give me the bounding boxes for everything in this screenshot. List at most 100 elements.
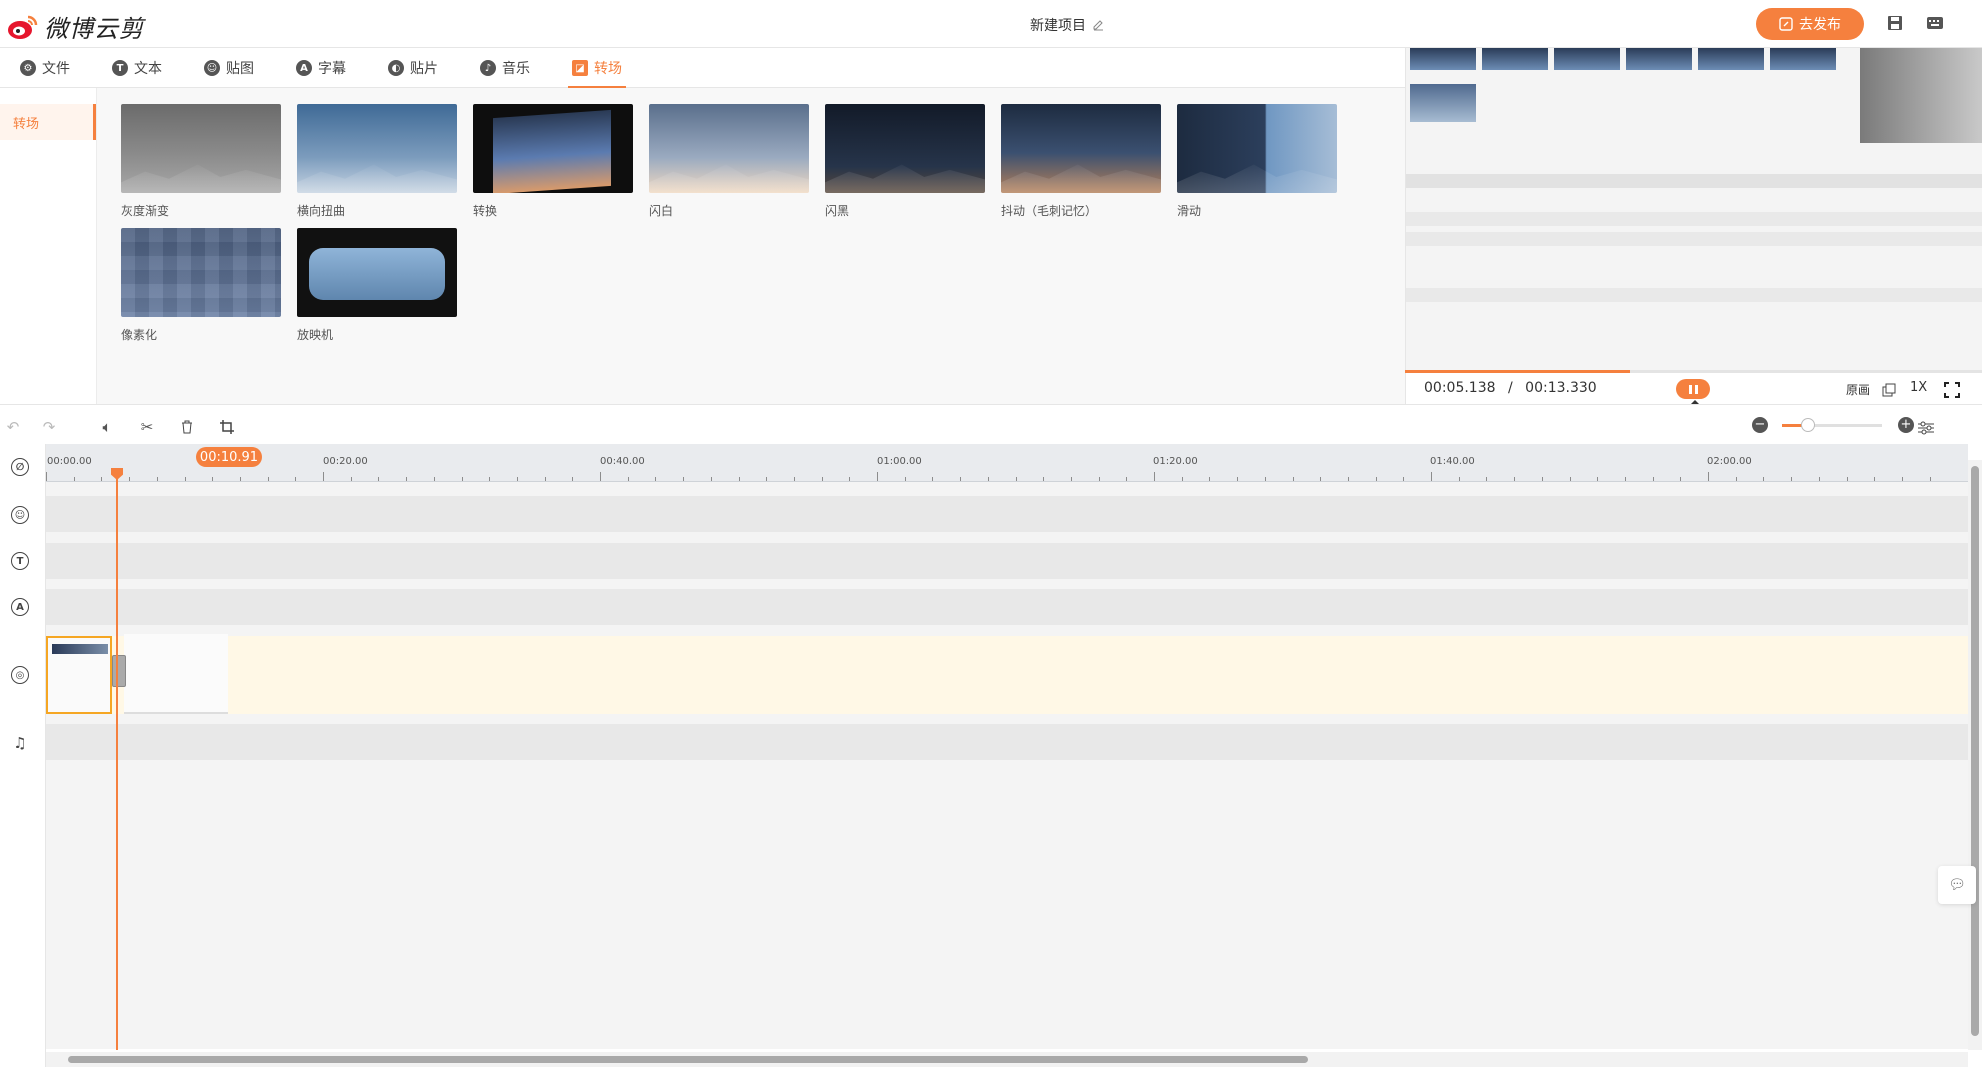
ruler-tick — [655, 477, 657, 481]
tab-text[interactable]: T 文本 — [112, 48, 162, 88]
transition-tile[interactable]: 闪白 — [649, 104, 809, 219]
preview-time: 00:05.138 / 00:13.330 — [1424, 380, 1597, 396]
trash-icon[interactable] — [178, 418, 196, 436]
transition-tile[interactable]: 转换 — [473, 104, 633, 219]
transition-thumbnail — [825, 104, 985, 193]
ruler-label: 00:40.00 — [600, 456, 645, 467]
transition-tile[interactable]: 像素化 — [121, 228, 281, 343]
video-clip[interactable] — [124, 634, 228, 714]
vertical-scrollbar[interactable] — [1968, 460, 1982, 1050]
ruler-tick — [683, 477, 685, 481]
tab-sticker[interactable]: ☺ 贴图 — [204, 48, 254, 88]
ruler-tick — [1403, 477, 1405, 481]
transition-label: 灰度渐变 — [121, 204, 170, 218]
subtitle-icon: A — [296, 60, 312, 76]
transition-grid: 灰度渐变 横向扭曲 转换 闪白 闪黑 抖动（毛刺记忆） 滑动 像素化 放映机 — [97, 88, 1405, 404]
video-track-icon: ◎ — [11, 666, 29, 684]
horizontal-scrollbar[interactable] — [46, 1052, 1968, 1067]
sidebar-item-transition[interactable]: 转场 — [0, 104, 96, 140]
ruler-tick — [960, 477, 962, 481]
ruler-tick — [1347, 477, 1349, 481]
save-icon[interactable] — [1886, 14, 1906, 34]
tab-file[interactable]: ⚙ 文件 — [20, 48, 70, 88]
pause-button[interactable] — [1676, 379, 1710, 399]
sticker-track[interactable] — [46, 543, 1968, 579]
scissors-icon[interactable]: ✂ — [138, 418, 156, 436]
volume-icon[interactable]: 🔈︎ — [98, 418, 116, 436]
ruler-tick — [932, 477, 934, 481]
sticker-track-icon: ☺ — [11, 506, 29, 524]
preview-progress[interactable] — [1405, 370, 1982, 373]
zoom-in-icon[interactable]: + — [1898, 417, 1914, 433]
ruler-tick — [821, 477, 823, 481]
quality-label[interactable]: 原画 — [1846, 381, 1870, 398]
preview-canvas[interactable] — [1405, 48, 1982, 404]
ruler-tick — [1514, 477, 1516, 481]
playhead[interactable] — [116, 472, 118, 1050]
transition-tile[interactable]: 滑动 — [1177, 104, 1337, 219]
transition-tile[interactable]: 灰度渐变 — [121, 104, 281, 219]
transition-handle[interactable] — [112, 655, 126, 687]
feedback-chat-icon[interactable]: 💬︎ — [1938, 866, 1976, 904]
transition-tile[interactable]: 放映机 — [297, 228, 457, 343]
ruler-tick — [156, 477, 158, 481]
fullscreen-icon[interactable] — [1944, 382, 1960, 402]
resource-tabs: ⚙ 文件 T 文本 ☺ 贴图 A 字幕 ◐ 贴片 ♪ 音乐 ◪ 转场 — [0, 48, 1405, 88]
ruler-tick — [627, 477, 629, 481]
preview-thumb — [1410, 84, 1476, 122]
ruler-tick — [793, 477, 795, 481]
ruler-tick — [1486, 477, 1488, 481]
publish-label: 去发布 — [1799, 17, 1841, 33]
ruler-tick — [1708, 472, 1709, 481]
ruler-tick — [1458, 477, 1460, 481]
tab-subtitle[interactable]: A 字幕 — [296, 48, 346, 88]
zoom-slider[interactable] — [1782, 424, 1882, 427]
ruler-tick — [1320, 477, 1322, 481]
preview-strip — [1410, 48, 1836, 74]
transition-label: 抖动（毛刺记忆） — [1001, 204, 1098, 218]
copy-icon[interactable] — [1882, 382, 1896, 401]
video-clip[interactable] — [46, 636, 112, 714]
tab-text-label: 文本 — [134, 61, 162, 77]
ruler-tick — [295, 477, 297, 481]
settings-sliders-icon[interactable] — [1918, 420, 1934, 439]
ruler-tick — [73, 477, 75, 481]
ruler-tick — [433, 477, 435, 481]
text-track[interactable] — [46, 589, 1968, 625]
tab-music[interactable]: ♪ 音乐 — [480, 48, 530, 88]
transition-track[interactable] — [46, 496, 1968, 532]
publish-button[interactable]: 去发布 — [1756, 8, 1864, 40]
ruler-tick — [461, 477, 463, 481]
tab-music-label: 音乐 — [502, 61, 530, 77]
redo-icon[interactable]: ↷ — [40, 418, 58, 436]
ruler-tick — [350, 477, 352, 481]
transition-tile[interactable]: 抖动（毛刺记忆） — [1001, 104, 1161, 219]
crop-icon[interactable] — [218, 418, 236, 436]
transition-tile[interactable]: 横向扭曲 — [297, 104, 457, 219]
preview-band — [1406, 212, 1982, 226]
preview-panel — [1860, 48, 1982, 143]
preview-band — [1406, 288, 1982, 302]
zoom-slider-knob[interactable] — [1801, 418, 1815, 432]
ruler-tick — [489, 477, 491, 481]
keyboard-icon[interactable] — [1926, 14, 1946, 34]
zoom-out-icon[interactable]: − — [1752, 417, 1768, 433]
transition-label: 转换 — [473, 204, 498, 218]
edit-icon[interactable] — [1092, 19, 1104, 31]
video-track[interactable] — [46, 636, 1968, 714]
undo-icon[interactable]: ↶ — [4, 418, 22, 436]
ruler-tick — [267, 477, 269, 481]
tab-transition[interactable]: ◪ 转场 — [568, 48, 626, 88]
transition-label: 像素化 — [121, 328, 158, 342]
timeline-ruler[interactable]: 00:00.00 00:20.00 00:40.00 01:00.00 01:2… — [46, 444, 1968, 482]
speed-label[interactable]: 1X — [1910, 380, 1927, 395]
ruler-tick — [1929, 477, 1931, 481]
ruler-tick — [406, 477, 408, 481]
music-track[interactable] — [46, 724, 1968, 760]
tab-patch[interactable]: ◐ 贴片 — [388, 48, 438, 88]
track-icons-column: ∅ ☺ T A ◎ ♫ — [0, 444, 46, 1067]
project-title[interactable]: 新建项目 — [1030, 15, 1104, 35]
transition-tile[interactable]: 闪黑 — [825, 104, 985, 219]
header: 微博云剪 新建项目 去发布 — [0, 0, 1982, 48]
ruler-tick — [1375, 477, 1377, 481]
